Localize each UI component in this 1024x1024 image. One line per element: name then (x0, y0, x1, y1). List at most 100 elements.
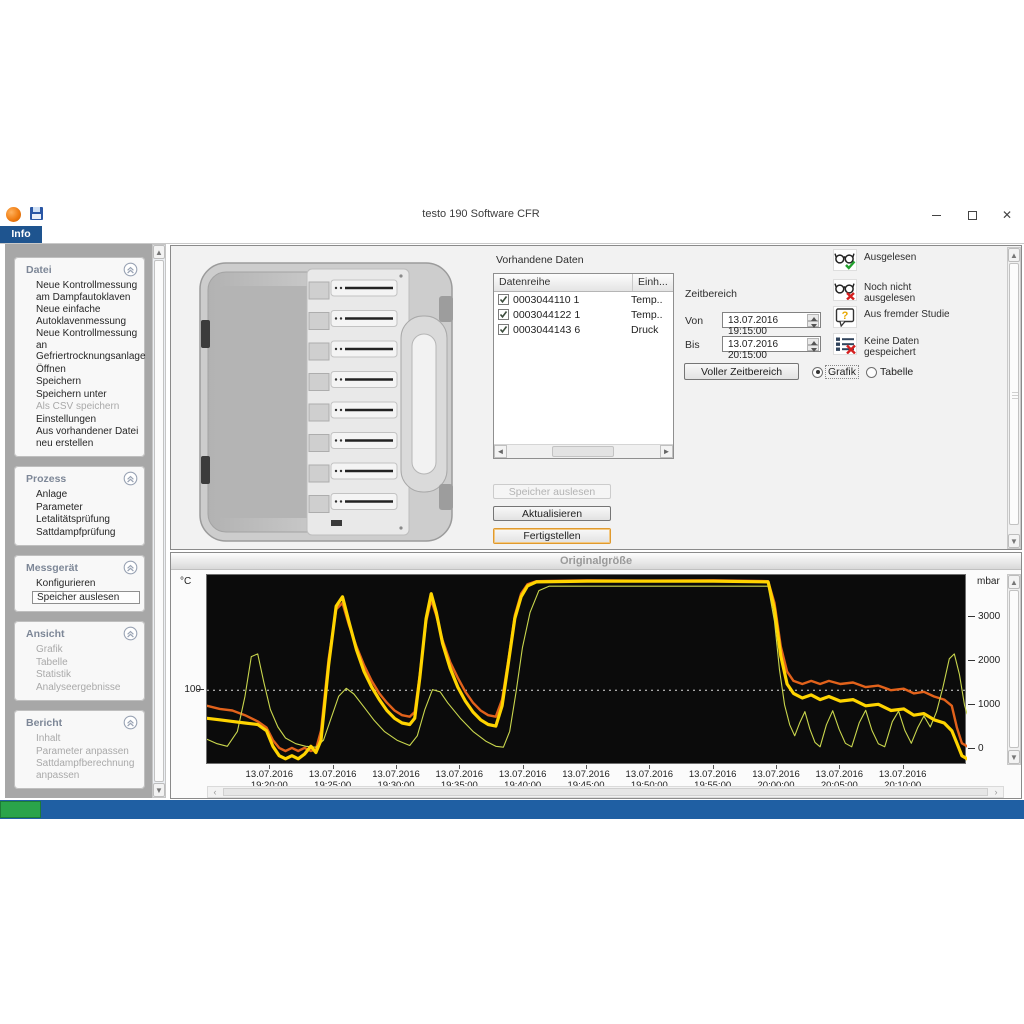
legend-label: Ausgelesen (864, 252, 917, 263)
collapse-chevron-icon[interactable] (123, 715, 138, 730)
bis-value: 13.07.2016 20:15:00 (728, 339, 779, 361)
collapse-chevron-icon[interactable] (123, 262, 138, 277)
legend-item-aus-fremder-studie: ? Aus fremder Studie (833, 306, 954, 328)
von-spinner[interactable] (807, 314, 819, 327)
collapse-chevron-icon[interactable] (123, 626, 138, 641)
radio-grafik[interactable]: Grafik (812, 365, 860, 379)
sidebar-item-speicher-auslesen[interactable]: Speicher auslesen (32, 590, 140, 604)
sidebar-item-parameter[interactable]: Parameter (16, 502, 143, 514)
device-case-image (199, 262, 453, 542)
close-icon: ✕ (1001, 208, 1013, 222)
table-row[interactable]: 0003044122 1 Temp.. (494, 307, 673, 322)
status-bar (0, 800, 1024, 819)
maximize-icon (967, 211, 977, 221)
section-title: Bericht (16, 715, 143, 732)
status-indicator (0, 801, 41, 818)
minimize-button[interactable] (925, 206, 947, 224)
maximize-button[interactable] (961, 206, 983, 224)
window-title: testo 190 Software CFR (422, 208, 540, 220)
scroll-up-icon[interactable]: ▲ (1008, 248, 1020, 262)
chart-horizontal-scrollbar[interactable]: ‹ › (207, 786, 1004, 798)
legend-label: Aus fremder Studie (864, 309, 950, 320)
scroll-down-icon[interactable]: ▼ (153, 783, 165, 797)
sidebar-item-neue-kontrollmessung-an-gefriertrocknungsanlage[interactable]: Neue Kontrollmessung an Gefriertrocknung… (16, 328, 146, 363)
collapse-chevron-icon[interactable] (123, 560, 138, 575)
scrollbar-thumb[interactable] (223, 788, 988, 796)
section-title: Prozess (16, 471, 143, 488)
column-header-datenreihe[interactable]: Datenreihe (494, 274, 633, 291)
glasses-check-icon (833, 249, 857, 271)
close-button[interactable]: ✕ (996, 206, 1018, 224)
app-window: testo 190 Software CFR ✕ Info Datei Neue … (0, 0, 1024, 1024)
scroll-left-icon[interactable]: ‹ (208, 787, 222, 797)
sidebar-item-als-csv-speichern: Als CSV speichern (36, 401, 120, 412)
sidebar-item-speichern[interactable]: Speichern (16, 376, 143, 388)
checkbox-checked-icon[interactable] (498, 324, 509, 335)
scroll-up-icon[interactable]: ▲ (153, 245, 165, 259)
speicher-auslesen-button[interactable]: Speicher auslesen (493, 484, 611, 499)
sidebar-item-konfigurieren[interactable]: Konfigurieren (16, 578, 143, 590)
scroll-down-icon[interactable]: ▼ (1008, 534, 1020, 548)
scroll-up-icon[interactable]: ▲ (1008, 575, 1020, 589)
legend-item-noch-nicht-ausgelesen: Noch nicht ausgelesen (833, 279, 954, 304)
table-header: Datenreihe Einh... (494, 274, 673, 292)
chart-title: Originalgröße (171, 553, 1021, 570)
checkbox-checked-icon[interactable] (498, 294, 509, 305)
scroll-right-icon[interactable]: › (989, 787, 1003, 797)
collapse-chevron-icon[interactable] (123, 471, 138, 486)
series-0003044122-1-temp (205, 579, 969, 761)
column-header-einheit[interactable]: Einh... (633, 274, 673, 291)
radio-unselected-icon (866, 366, 877, 378)
sidebar-item-anlage[interactable]: Anlage (16, 489, 143, 501)
bis-spinner[interactable] (807, 338, 819, 351)
sidebar-item-speichern-unter[interactable]: Speichern unter (16, 389, 143, 401)
full-time-range-button[interactable]: Voller Zeitbereich (684, 363, 799, 380)
scroll-down-icon[interactable]: ▼ (1008, 750, 1020, 764)
scrollbar-thumb[interactable] (1009, 590, 1019, 748)
time-range-label: Zeitbereich (685, 288, 737, 300)
section-title: Ansicht (16, 626, 143, 643)
table-row[interactable]: 0003044110 1 Temp.. (494, 292, 673, 307)
right-axis-unit: mbar (977, 576, 1000, 587)
sidebar-section-ansicht: Ansicht Grafik Tabelle Statistik Analyseerge… (14, 621, 145, 701)
sidebar-item-aus-vorhandener-datei-neu-erstellen[interactable]: Aus vorhandener Datei neu erstellen (16, 426, 143, 449)
chart-vertical-scrollbar[interactable]: ▲ ▼ (1007, 574, 1021, 765)
legend-label: Noch nicht ausgelesen (864, 282, 916, 304)
radio-tabelle[interactable]: Tabelle (866, 366, 913, 378)
data-series-name: 0003044143 6 (513, 323, 581, 336)
tab-info[interactable]: Info (0, 226, 42, 243)
scrollbar-thumb[interactable] (1009, 263, 1019, 525)
right-axis-tick-label: 3000 (978, 610, 1001, 622)
glasses-x-icon (833, 279, 857, 301)
right-axis-tick-label: 1000 (978, 698, 1001, 710)
right-axis-tick-label: 2000 (978, 654, 1001, 666)
fertigstellen-button[interactable]: Fertigstellen (493, 528, 611, 544)
checkbox-checked-icon[interactable] (498, 309, 509, 320)
panel-vertical-scrollbar[interactable]: ▲ ▼ (1007, 247, 1021, 549)
scrollbar-thumb[interactable] (154, 260, 164, 782)
sidebar-item-inhalt: Inhalt (36, 733, 61, 744)
chart-plot-area[interactable] (205, 574, 969, 764)
sidebar-item-letalitaetspruefung[interactable]: Letalitätsprüfung (16, 514, 143, 526)
scroll-right-icon[interactable]: ► (660, 445, 673, 458)
sidebar-scrollbar[interactable]: ▲ ▼ (152, 244, 166, 798)
table-row[interactable]: 0003044143 6 Druck (494, 322, 673, 337)
sidebar-item-parameter-anpassen: Parameter anpassen (36, 745, 129, 757)
legend-item-keine-daten-gespeichert: Keine Daten gespeichert (833, 333, 954, 358)
aktualisieren-button[interactable]: Aktualisieren (493, 506, 611, 521)
von-datetime-input[interactable]: 13.07.2016 19:15:00 (722, 312, 821, 337)
table-horizontal-scrollbar[interactable]: ◄ ► (494, 444, 673, 458)
scroll-left-icon[interactable]: ◄ (494, 445, 507, 458)
sidebar-item-neue-einfache-autoklavenmessung[interactable]: Neue einfache Autoklavenmessung (16, 304, 143, 327)
scrollbar-thumb[interactable] (552, 446, 614, 457)
data-series-unit: Temp.. (631, 293, 663, 306)
bis-datetime-input[interactable]: 13.07.2016 20:15:00 (722, 336, 821, 361)
sidebar-item-oeffnen[interactable]: Öffnen (16, 364, 143, 376)
sidebar-item-sattdampfpruefung[interactable]: Sattdampfprüfung (16, 527, 143, 539)
sidebar-section-prozess: Prozess Anlage Parameter Letalitätsprüfung S… (14, 466, 145, 546)
sidebar-item-statistik: Statistik (36, 669, 72, 680)
sidebar-section-bericht: Bericht Inhalt Parameter anpassen Sattdampf… (14, 710, 145, 789)
right-axis-tick-label: 0 (978, 742, 984, 754)
sidebar-item-einstellungen[interactable]: Einstellungen (16, 414, 143, 426)
sidebar-item-neue-kontrollmessung-am-dampfautoklaven[interactable]: Neue Kontrollmessung am Dampfautoklaven (16, 280, 143, 303)
